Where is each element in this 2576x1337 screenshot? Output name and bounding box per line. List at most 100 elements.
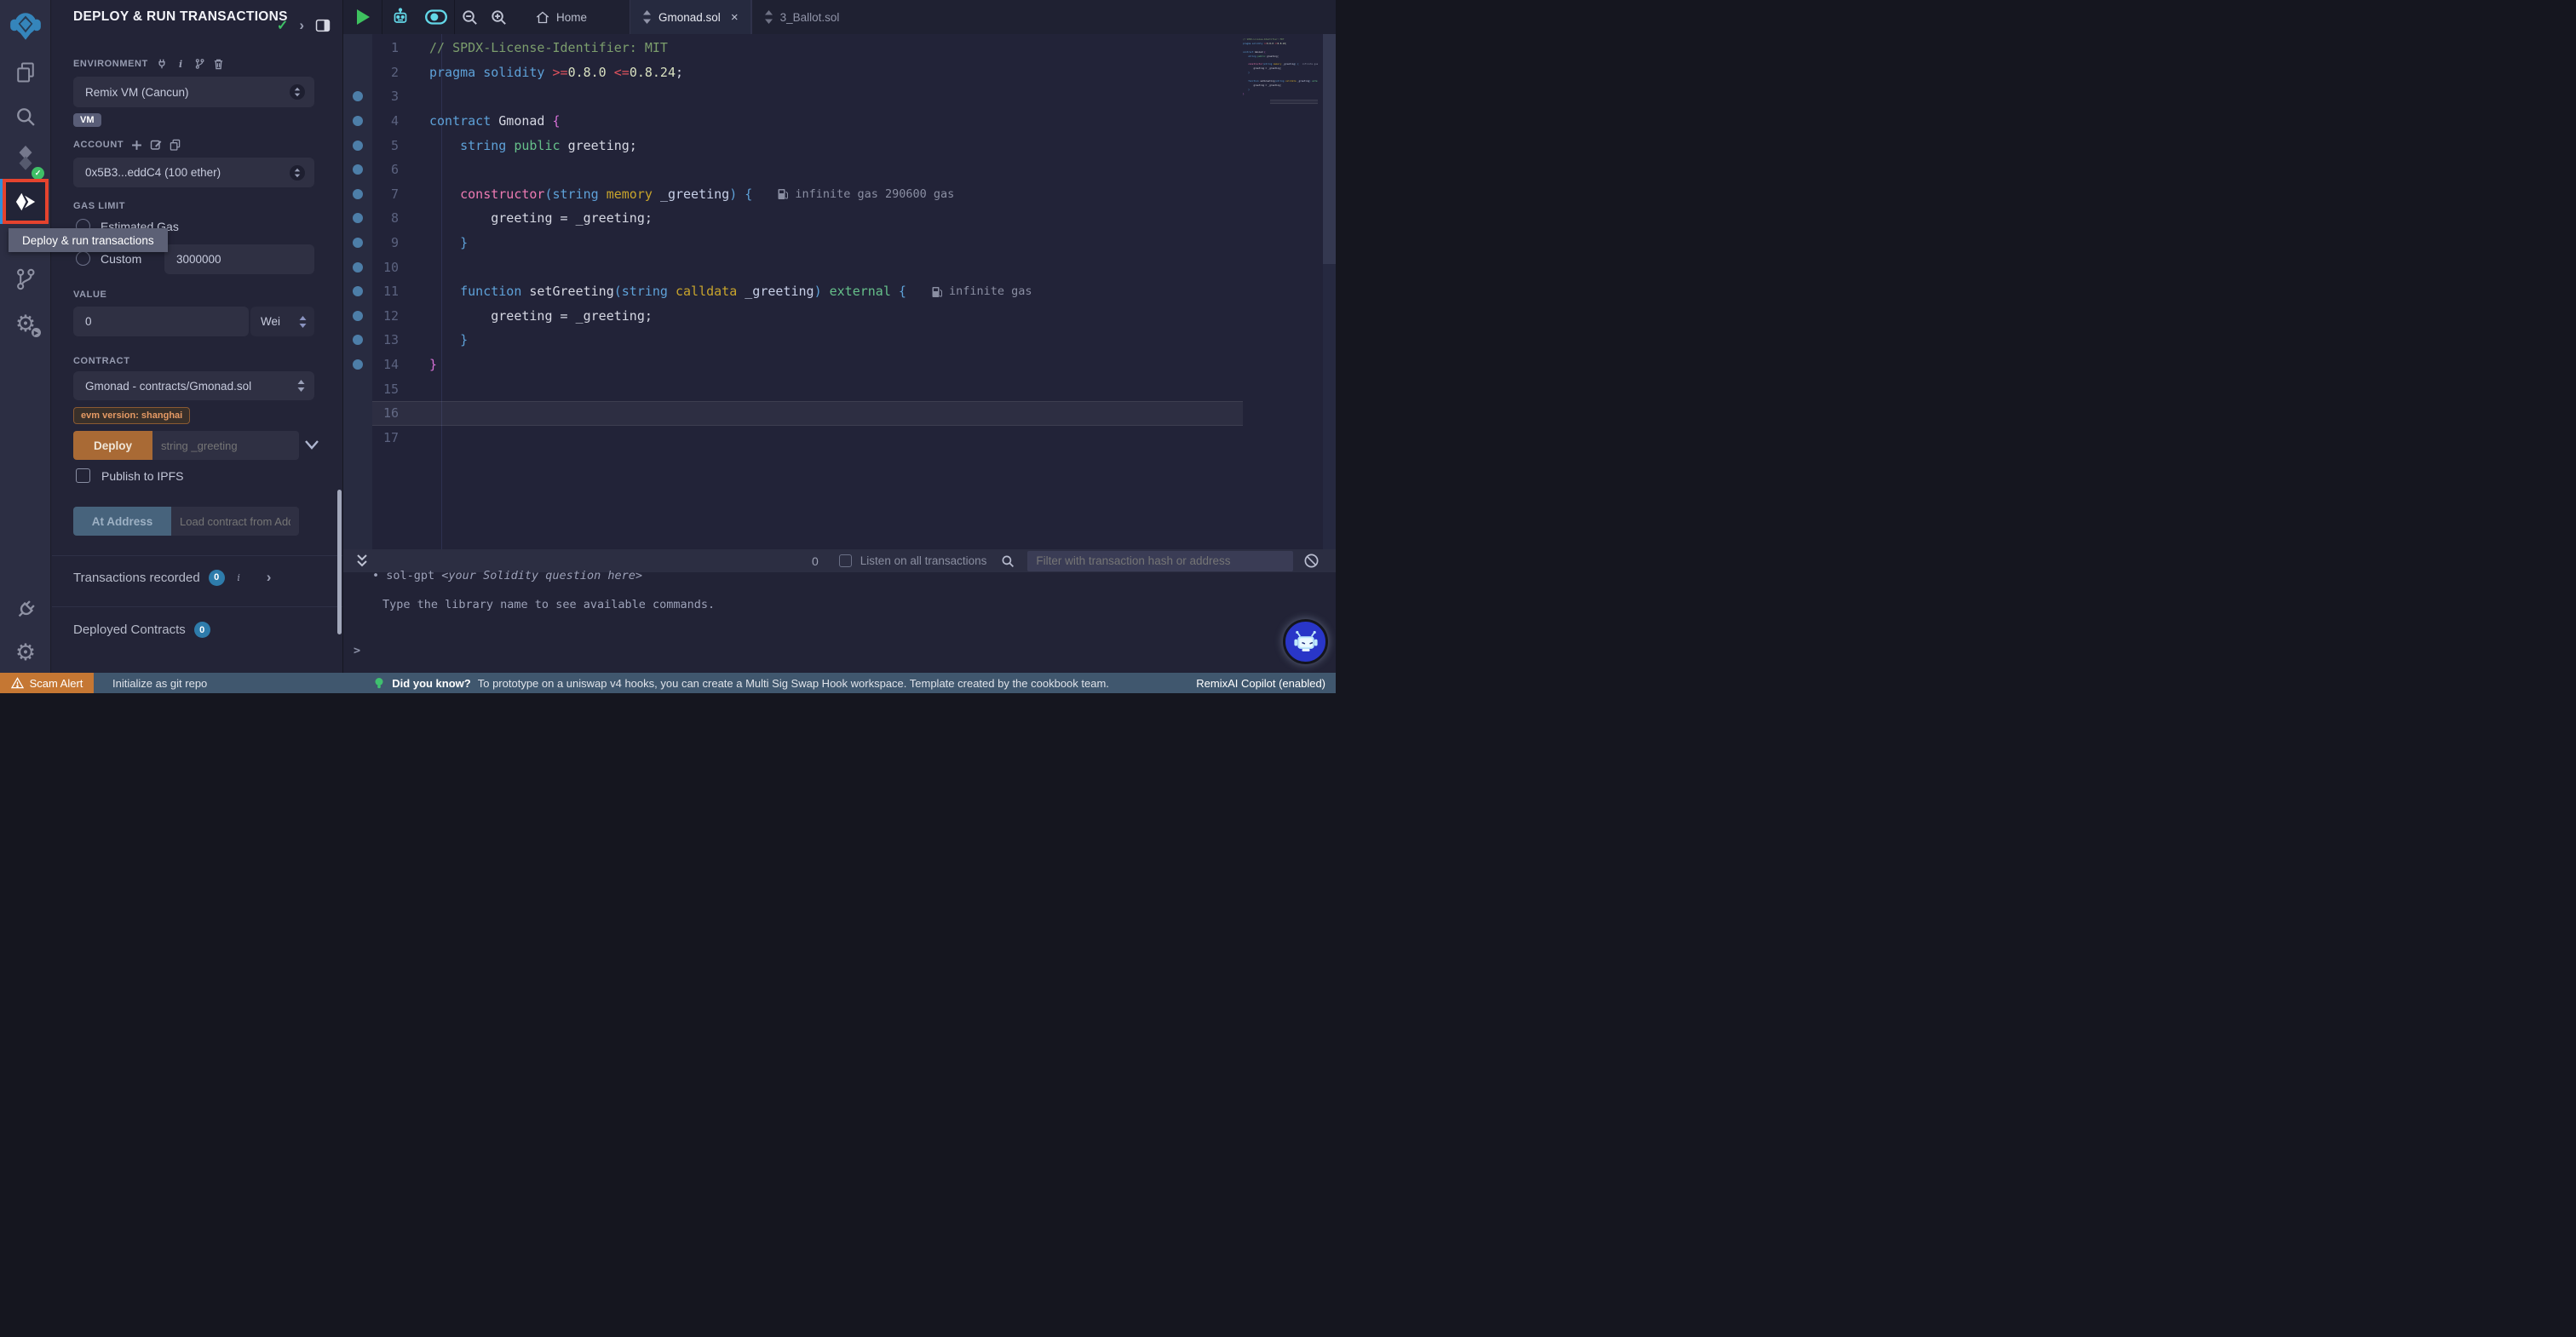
- minimap[interactable]: // SPDX-License-Identifier: MITpragma so…: [1241, 37, 1318, 108]
- code-editor[interactable]: 1// SPDX-License-Identifier: MIT2pragma …: [343, 34, 1336, 549]
- delete-environment-icon[interactable]: [213, 58, 224, 70]
- gutter-dot-icon[interactable]: [353, 141, 363, 151]
- listen-all-transactions[interactable]: Listen on all transactions: [839, 554, 987, 567]
- code-line-4: 4contract Gmonad {: [343, 109, 1212, 134]
- copy-account-icon[interactable]: [170, 139, 181, 151]
- search-icon[interactable]: [0, 102, 51, 131]
- panel-scrollbar[interactable]: [337, 490, 342, 634]
- code-line-14: 14}: [343, 353, 1212, 377]
- plugin-manager-plug-icon[interactable]: [0, 594, 51, 625]
- file-explorer-icon[interactable]: [0, 58, 51, 87]
- terminal-line-solgpt: • sol-gpt <your Solidity question here>: [372, 569, 642, 582]
- zoom-in-icon[interactable]: [484, 8, 513, 27]
- git-icon[interactable]: [0, 264, 51, 295]
- code-line-7: 7 constructor(string memory _greeting) {…: [343, 182, 1212, 207]
- zoom-out-icon[interactable]: [455, 8, 484, 27]
- settings-gear-icon[interactable]: ⚙: [0, 637, 51, 668]
- terminal-search-icon[interactable]: [1000, 554, 1015, 569]
- terminal-tx-count: 0: [812, 554, 819, 568]
- contract-select[interactable]: Gmonad - contracts/Gmonad.sol: [73, 371, 314, 400]
- custom-gas-radio[interactable]: [76, 251, 90, 266]
- editor-scrollbar-track[interactable]: [1323, 34, 1336, 549]
- code-line-17: 17: [343, 426, 1212, 450]
- transactions-expand-chevron[interactable]: ›: [267, 569, 272, 586]
- remix-logo[interactable]: [0, 7, 51, 44]
- tab-3-ballot-sol[interactable]: 3_Ballot.sol: [751, 0, 852, 34]
- copilot-status-button[interactable]: RemixAI Copilot (enabled): [1196, 677, 1325, 690]
- at-address-input[interactable]: [171, 507, 299, 536]
- gutter-dot-icon[interactable]: [353, 262, 363, 273]
- gutter-dot-icon[interactable]: [353, 238, 363, 248]
- code-line-2: 2pragma solidity >=0.8.0 <=0.8.24;: [343, 60, 1212, 85]
- value-unit-select[interactable]: Wei: [250, 307, 314, 336]
- code-line-16: 16: [343, 401, 1212, 426]
- add-account-icon[interactable]: [131, 140, 142, 151]
- terminal-output[interactable]: • sol-gpt <your Solidity question here> …: [343, 572, 1336, 673]
- deploy-run-panel: DEPLOY & RUN TRANSACTIONS ✓ › ENVIRONMEN…: [52, 0, 342, 673]
- remix-ai-assistant-button[interactable]: [1283, 619, 1328, 664]
- gas-limit-label: GAS LIMIT: [73, 201, 125, 211]
- gutter-dot-icon[interactable]: [353, 311, 363, 321]
- scam-alert-button[interactable]: Scam Alert: [0, 673, 94, 693]
- publish-ipfs-checkbox[interactable]: [76, 468, 90, 483]
- account-select[interactable]: 0x5B3...eddC4 (100 ether): [73, 158, 314, 187]
- at-address-button[interactable]: At Address: [73, 507, 171, 536]
- tab-gmonad-sol[interactable]: Gmonad.sol ×: [630, 0, 751, 34]
- value-input[interactable]: [73, 307, 249, 336]
- terminal-filter-input[interactable]: [1027, 551, 1293, 571]
- vm-badge: VM: [73, 113, 101, 127]
- gutter-dot-icon[interactable]: [353, 116, 363, 126]
- transactions-info-icon[interactable]: i: [233, 572, 244, 583]
- custom-gas-input[interactable]: [164, 244, 314, 274]
- code-line-8: 8 greeting = _greeting;: [343, 206, 1212, 231]
- clear-terminal-ban-icon[interactable]: [1303, 553, 1320, 569]
- remix-ide-window: ✓ ⚙ ▶ ⚙ DEPLOY & RUN: [0, 0, 1336, 693]
- line-number: 17: [343, 430, 420, 445]
- panel-check-icon: ✓: [277, 17, 288, 34]
- deploy-button[interactable]: Deploy: [73, 431, 152, 460]
- deploy-expand-chevron-icon[interactable]: [304, 439, 319, 450]
- custom-gas-radio-row[interactable]: Custom: [76, 251, 141, 266]
- environment-section-label: ENVIRONMENT i: [73, 58, 224, 70]
- editor-area: Home Gmonad.sol × 3_Ballot.sol 1// SPDX-…: [342, 0, 1336, 673]
- listen-checkbox[interactable]: [839, 554, 852, 567]
- code-line-12: 12 greeting = _greeting;: [343, 304, 1212, 329]
- copilot-toggle-icon[interactable]: [418, 6, 454, 28]
- close-tab-icon[interactable]: ×: [731, 10, 739, 25]
- plug-icon[interactable]: [156, 58, 168, 70]
- gutter-dot-icon[interactable]: [353, 359, 363, 370]
- panel-chevron-right-icon[interactable]: ›: [299, 17, 304, 34]
- fork-environment-icon[interactable]: [194, 58, 205, 70]
- gutter-dot-icon[interactable]: [353, 189, 363, 199]
- tab-home[interactable]: Home: [525, 0, 606, 34]
- panel-layout-icon[interactable]: [315, 19, 331, 32]
- gear-play-icon[interactable]: ⚙ ▶: [0, 308, 51, 339]
- collapse-terminal-icon[interactable]: [355, 554, 369, 568]
- gas-estimate-annotation: infinite gas 290600 gas: [778, 187, 954, 201]
- sort-arrows-icon: [298, 315, 308, 329]
- deployed-count-badge: 0: [194, 622, 210, 638]
- edit-account-icon[interactable]: [150, 139, 162, 151]
- transactions-recorded-header[interactable]: Transactions recorded 0 i ›: [73, 569, 271, 586]
- run-script-play-icon[interactable]: [357, 9, 370, 25]
- code-lines: 1// SPDX-License-Identifier: MIT2pragma …: [343, 36, 1212, 450]
- environment-info-icon[interactable]: i: [175, 59, 187, 70]
- solidity-compiler-icon[interactable]: ✓: [0, 141, 51, 175]
- init-git-repo-button[interactable]: Initialize as git repo: [112, 677, 207, 690]
- editor-scrollbar-thumb[interactable]: [1323, 34, 1336, 264]
- divider: [52, 606, 342, 607]
- environment-select[interactable]: Remix VM (Cancun): [73, 77, 314, 107]
- warning-triangle-icon: [11, 677, 24, 689]
- activity-bar: ✓ ⚙ ▶ ⚙: [0, 0, 51, 673]
- terminal-prompt[interactable]: >: [354, 644, 360, 657]
- ai-assistant-robot-icon[interactable]: [382, 6, 418, 28]
- code-line-5: 5 string public greeting;: [343, 133, 1212, 158]
- line-number: 16: [343, 405, 420, 421]
- editor-toolbar: Home Gmonad.sol × 3_Ballot.sol: [343, 0, 1336, 34]
- ai-robot-face-icon: [1291, 628, 1320, 656]
- sort-arrows-icon: [296, 379, 306, 393]
- deploy-param-input[interactable]: [152, 431, 299, 460]
- publish-ipfs-row[interactable]: Publish to IPFS: [76, 468, 184, 483]
- deploy-run-icon[interactable]: [3, 179, 49, 224]
- remix-logo-icon: [8, 8, 43, 43]
